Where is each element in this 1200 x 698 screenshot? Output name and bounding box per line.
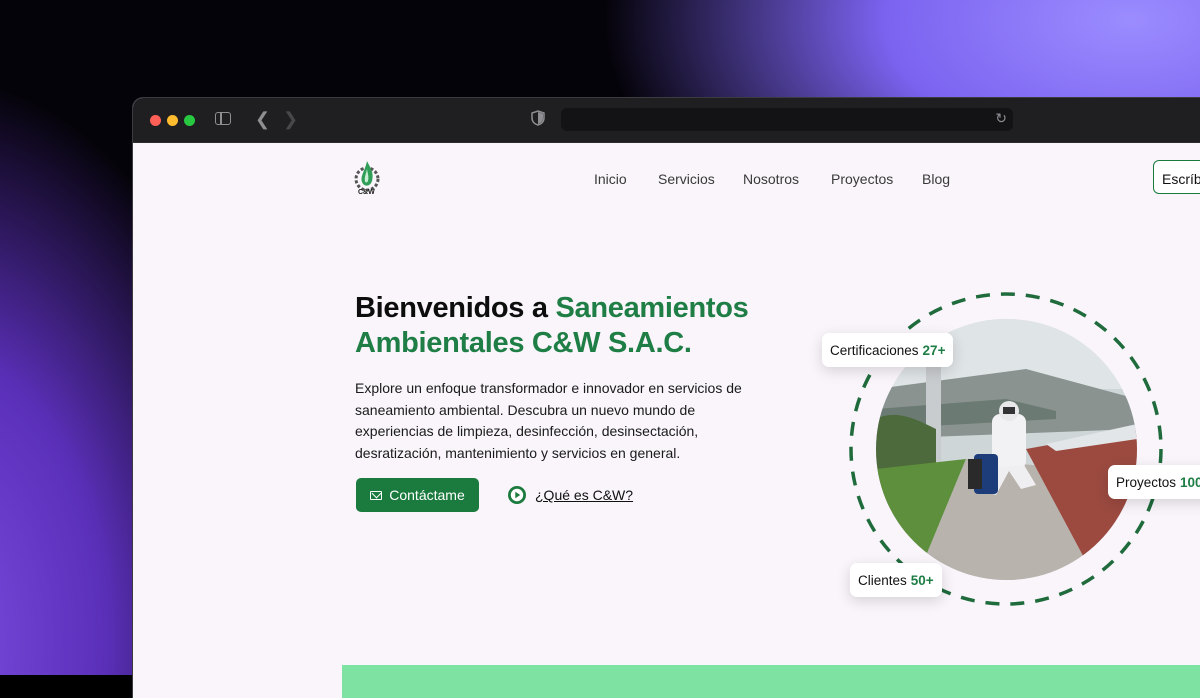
webpage: C&W Inicio Servicios Nosotros Proyectos …: [133, 143, 1200, 698]
nav-blog[interactable]: Blog: [922, 171, 950, 187]
stat-label: Certificaciones: [830, 342, 919, 358]
hero-title-plain: Bienvenidos a: [355, 292, 556, 324]
stat-value: 27+: [922, 342, 946, 358]
browser-window: ❮ ❯ ↻ C&W Inicio Servicios Nosotros Proy…: [133, 98, 1200, 698]
nav-inicio[interactable]: Inicio: [594, 171, 627, 187]
logo-text: C&W: [358, 189, 375, 196]
shield-icon[interactable]: [531, 110, 545, 126]
header-contact-label: Escríbe: [1162, 171, 1200, 187]
section-divider-strip: [342, 665, 1200, 698]
stat-value: 50+: [910, 572, 934, 588]
minimize-window-button[interactable]: [167, 115, 178, 126]
close-window-button[interactable]: [150, 115, 161, 126]
stat-label: Proyectos: [1116, 474, 1177, 490]
stat-label: Clientes: [858, 572, 907, 588]
address-bar[interactable]: ↻: [561, 108, 1013, 131]
nav-nosotros[interactable]: Nosotros: [743, 171, 799, 187]
play-icon[interactable]: [507, 485, 527, 505]
contact-button[interactable]: Contáctame: [356, 478, 479, 512]
stat-badge-certificaciones: Certificaciones 27+: [822, 333, 954, 367]
browser-titlebar: ❮ ❯ ↻: [133, 98, 1200, 143]
stat-value: 100: [1180, 474, 1200, 490]
what-is-cw-link[interactable]: ¿Qué es C&W?: [535, 487, 633, 503]
sidebar-icon[interactable]: [215, 112, 231, 125]
maximize-window-button[interactable]: [184, 115, 195, 126]
hero-title: Bienvenidos a Saneamientos Ambientales C…: [355, 291, 795, 361]
back-icon[interactable]: ❮: [255, 109, 270, 130]
forward-icon[interactable]: ❯: [283, 109, 298, 130]
mail-icon: [370, 490, 383, 500]
stat-badge-proyectos: Proyectos 100: [1108, 465, 1200, 499]
nav-servicios[interactable]: Servicios: [658, 171, 715, 187]
contact-button-label: Contáctame: [389, 487, 465, 503]
nav-proyectos[interactable]: Proyectos: [831, 171, 893, 187]
hero-description: Explore un enfoque transformador e innov…: [355, 380, 742, 461]
reload-icon[interactable]: ↻: [995, 110, 1007, 127]
header-contact-button[interactable]: Escríbe: [1153, 160, 1200, 194]
stat-badge-clientes: Clientes 50+: [850, 563, 942, 597]
